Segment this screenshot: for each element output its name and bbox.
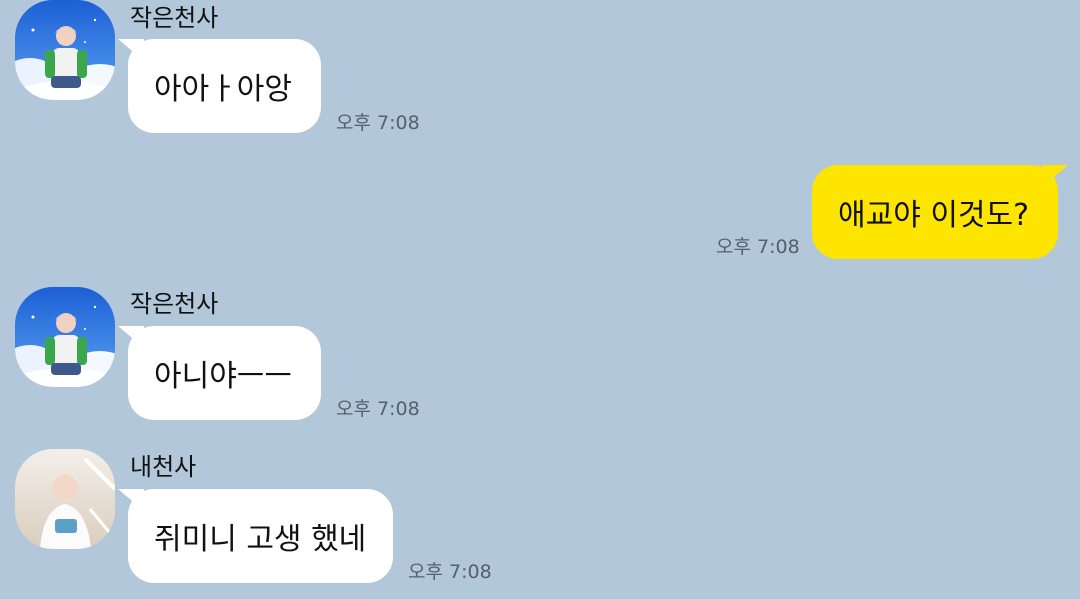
avatar[interactable] xyxy=(15,449,115,549)
bubble-tail xyxy=(118,326,144,348)
sender-name: 작은천사 xyxy=(130,4,219,32)
message-time: 오후 7:08 xyxy=(408,561,492,583)
message-bubble[interactable]: 애교야 이것도? xyxy=(812,165,1068,259)
message-text: 아아ㅏ아앙 xyxy=(154,72,292,107)
message-bubble[interactable]: 쥐미니 고생 했네 xyxy=(118,489,393,583)
message-bubble[interactable]: 아니야ㅡㅡ xyxy=(118,326,321,420)
chat-room: 작은천사 아아ㅏ아앙 오후 7:08 오후 7:08 애교야 이것도? 작은천사… xyxy=(0,0,1080,599)
avatar[interactable] xyxy=(15,287,115,387)
sender-name: 작은천사 xyxy=(130,290,219,318)
message-text: 쥐미니 고생 했네 xyxy=(154,522,367,557)
message-text: 아니야ㅡㅡ xyxy=(154,359,292,394)
profile-white-icon xyxy=(15,449,115,549)
bubble-tail xyxy=(1042,165,1068,187)
profile-sky-icon xyxy=(15,287,115,387)
profile-sky-icon xyxy=(15,0,115,100)
message-time: 오후 7:08 xyxy=(336,112,420,134)
message-text: 애교야 이것도? xyxy=(838,198,1030,233)
message-time: 오후 7:08 xyxy=(336,398,420,420)
bubble-tail xyxy=(118,39,144,61)
message-bubble[interactable]: 아아ㅏ아앙 xyxy=(118,39,321,133)
avatar[interactable] xyxy=(15,0,115,100)
message-time: 오후 7:08 xyxy=(716,236,800,258)
bubble-tail xyxy=(118,489,144,511)
sender-name: 내천사 xyxy=(130,453,197,481)
